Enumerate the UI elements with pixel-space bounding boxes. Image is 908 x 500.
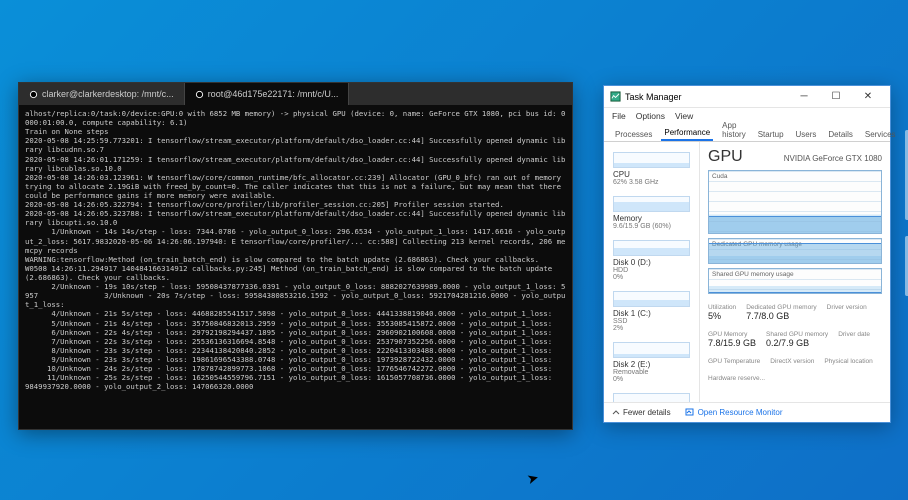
performance-body: CPU62% 3.58 GHzMemory9.6/15.9 GB (60%)Di…: [604, 142, 890, 402]
tux-icon: [195, 90, 204, 99]
card-sub: 9.6/15.9 GB (60%): [613, 223, 690, 230]
gpu-chart-cuda[interactable]: Cuda: [708, 170, 882, 234]
stat-value: 5%: [708, 311, 736, 321]
monitor-icon: [685, 408, 694, 417]
tab-services[interactable]: Services: [862, 128, 899, 141]
terminal-tabs: clarker@clarkerdesktop: /mnt/c... root@4…: [19, 83, 572, 105]
mini-chart: [613, 196, 690, 212]
maximize-button[interactable]: ☐: [820, 91, 852, 102]
stat-key: Physical location: [824, 358, 872, 365]
tab-details[interactable]: Details: [825, 128, 855, 141]
stat-key: Driver version: [827, 304, 867, 311]
tab-users[interactable]: Users: [793, 128, 820, 141]
task-manager-window[interactable]: Task Manager ─ ☐ ✕ File Options View Pro…: [603, 85, 891, 423]
card-sub2: 0%: [613, 274, 690, 281]
gpu-stat: GPU Temperature: [708, 358, 760, 365]
mini-chart: [613, 240, 690, 256]
menu-file[interactable]: File: [612, 111, 626, 121]
tab-app-history[interactable]: App history: [719, 119, 749, 141]
tab-processes[interactable]: Processes: [612, 128, 655, 141]
stat-key: Utilization: [708, 304, 736, 311]
sidebar-card-cpu[interactable]: CPU62% 3.58 GHz: [608, 148, 695, 190]
card-sub: 62% 3.58 GHz: [613, 179, 690, 186]
sidebar-card-ethernet[interactable]: EthernetvEthernet (DockerNAT)S: 0 R: 0 K…: [608, 389, 695, 402]
stat-value: 7.8/15.9 GB: [708, 338, 756, 348]
card-sub: HDD: [613, 267, 690, 274]
terminal-output[interactable]: alhost/replica:0/task:0/device:GPU:0 wit…: [19, 105, 572, 429]
chart-label: Cuda: [712, 173, 728, 180]
chart-label: Shared GPU memory usage: [712, 271, 794, 278]
sidebar-card-disk-2-e-[interactable]: Disk 2 (E:)Removable0%: [608, 338, 695, 387]
stat-key: GPU Temperature: [708, 358, 760, 365]
menu-options[interactable]: Options: [636, 111, 665, 121]
stat-key: Hardware reserve...: [708, 375, 765, 382]
sidebar-card-memory[interactable]: Memory9.6/15.9 GB (60%): [608, 192, 695, 234]
close-button[interactable]: ✕: [852, 91, 884, 102]
stat-value: 0.2/7.9 GB: [766, 338, 828, 348]
chevron-up-icon: [612, 409, 620, 417]
gpu-stat: Driver version: [827, 304, 867, 321]
resource-sidebar[interactable]: CPU62% 3.58 GHzMemory9.6/15.9 GB (60%)Di…: [604, 142, 700, 402]
card-name: Disk 1 (C:): [613, 309, 690, 318]
gpu-stat: GPU Memory7.8/15.9 GB: [708, 331, 756, 348]
gpu-stats: Utilization5% Dedicated GPU memory7.7/8.0…: [708, 304, 882, 382]
minimize-button[interactable]: ─: [788, 91, 820, 102]
terminal-tab-2[interactable]: root@46d175e22171: /mnt/c/U...: [185, 83, 350, 105]
card-sub: SSD: [613, 318, 690, 325]
gpu-stat: Driver date: [838, 331, 870, 348]
mini-chart: [613, 393, 690, 402]
gpu-chart-shared[interactable]: Shared GPU memory usage: [708, 268, 882, 294]
footer: Fewer details Open Resource Monitor: [604, 402, 890, 422]
card-sub2: 2%: [613, 325, 690, 332]
open-resource-monitor-link[interactable]: Open Resource Monitor: [685, 408, 783, 417]
tab-performance[interactable]: Performance: [661, 126, 713, 141]
gpu-stat: Dedicated GPU memory7.7/8.0 GB: [746, 304, 816, 321]
gpu-heading: GPU: [708, 148, 743, 166]
stat-value: 7.7/8.0 GB: [746, 311, 816, 321]
gpu-stat: DirectX version: [770, 358, 814, 365]
gpu-header: GPU NVIDIA GeForce GTX 1080: [708, 148, 882, 166]
window-title: Task Manager: [625, 92, 788, 102]
terminal-tab-2-label: root@46d175e22171: /mnt/c/U...: [208, 89, 339, 99]
gpu-chart-dedicated[interactable]: Dedicated GPU memory usage: [708, 238, 882, 264]
mini-chart: [613, 291, 690, 307]
card-name: Memory: [613, 214, 690, 223]
task-manager-icon: [610, 91, 621, 102]
tab-strip: Processes Performance App history Startu…: [604, 124, 890, 142]
stat-key: Shared GPU memory: [766, 331, 828, 338]
gpu-stat: Utilization5%: [708, 304, 736, 321]
mini-chart: [613, 152, 690, 168]
stat-key: DirectX version: [770, 358, 814, 365]
mini-chart: [613, 342, 690, 358]
terminal-tab-1-label: clarker@clarkerdesktop: /mnt/c...: [42, 89, 174, 99]
titlebar[interactable]: Task Manager ─ ☐ ✕: [604, 86, 890, 108]
card-sub: Removable: [613, 369, 690, 376]
sidebar-card-disk-0-d-[interactable]: Disk 0 (D:)HDD0%: [608, 236, 695, 285]
gpu-panel: GPU NVIDIA GeForce GTX 1080 Cuda Dedicat…: [700, 142, 890, 402]
gpu-stat: Physical location: [824, 358, 872, 365]
sidebar-card-disk-1-c-[interactable]: Disk 1 (C:)SSD2%: [608, 287, 695, 336]
mouse-cursor-icon: ➤: [525, 469, 541, 488]
gpu-model: NVIDIA GeForce GTX 1080: [784, 154, 882, 163]
terminal-window[interactable]: clarker@clarkerdesktop: /mnt/c... root@4…: [18, 82, 573, 430]
fewer-details-button[interactable]: Fewer details: [612, 408, 671, 417]
stat-key: Driver date: [838, 331, 870, 338]
card-name: CPU: [613, 170, 690, 179]
card-name: Disk 2 (E:): [613, 360, 690, 369]
gpu-stat: Hardware reserve...: [708, 375, 765, 382]
gpu-stat: Shared GPU memory0.2/7.9 GB: [766, 331, 828, 348]
stat-key: Dedicated GPU memory: [746, 304, 816, 311]
menu-view[interactable]: View: [675, 111, 693, 121]
stat-key: GPU Memory: [708, 331, 756, 338]
terminal-tab-1[interactable]: clarker@clarkerdesktop: /mnt/c...: [19, 83, 185, 105]
tab-startup[interactable]: Startup: [755, 128, 787, 141]
tux-icon: [29, 90, 38, 99]
chart-label: Dedicated GPU memory usage: [712, 241, 802, 248]
card-sub2: 0%: [613, 376, 690, 383]
card-name: Disk 0 (D:): [613, 258, 690, 267]
